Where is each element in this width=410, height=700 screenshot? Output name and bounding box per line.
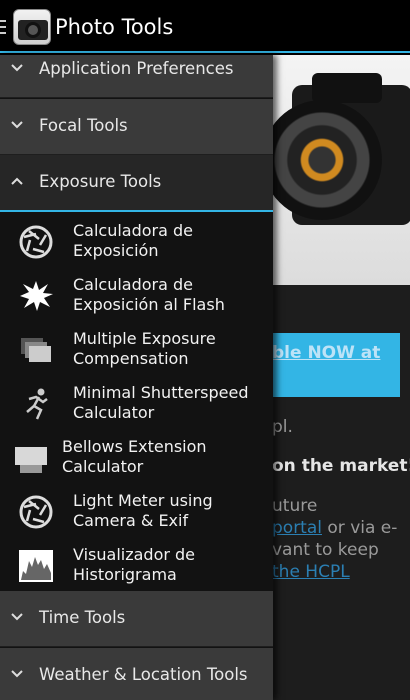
- running-person-icon: [17, 387, 55, 421]
- menu-item-label-line: Multiple Exposure: [73, 329, 216, 348]
- group-selected-underline: [0, 210, 273, 212]
- bellows-icon: [14, 441, 52, 475]
- menu-item-label: Multiple Exposure Compensation: [73, 329, 216, 369]
- action-bar: Photo Tools: [0, 0, 410, 53]
- group-exposure-tools[interactable]: Exposure Tools: [0, 155, 273, 212]
- menu-item-label-line: Light Meter using: [73, 491, 213, 510]
- group-weather-location-tools[interactable]: Weather & Location Tools: [0, 648, 273, 700]
- menu-item-label: Visualizador de Historigrama: [73, 545, 195, 585]
- menu-item-label-line: Historigrama: [73, 565, 177, 584]
- stacked-frames-icon: [17, 333, 55, 367]
- aperture-icon: [17, 225, 55, 259]
- menu-item-label: Calculadora de Exposición al Flash: [73, 275, 225, 315]
- menu-item-label-line: Bellows Extension: [62, 437, 207, 456]
- body-text-line: portal or via e-: [272, 518, 397, 538]
- body-text-line: uture: [272, 496, 318, 516]
- group-time-tools[interactable]: Time Tools: [0, 591, 273, 647]
- app-camera-icon[interactable]: [13, 9, 51, 45]
- menu-item-label-line: Exposición al Flash: [73, 295, 225, 314]
- menu-item-label-line: Calculadora de: [73, 275, 194, 294]
- menu-item-label-line: Minimal Shutterspeed: [73, 383, 249, 402]
- chevron-down-icon: [11, 62, 23, 74]
- menu-item-label-line: Calculadora de: [73, 221, 194, 240]
- group-label: Application Preferences: [39, 59, 234, 78]
- menu-item-calculadora-exposicion[interactable]: Calculadora de Exposición: [0, 215, 273, 269]
- group-focal-tools[interactable]: Focal Tools: [0, 99, 273, 155]
- menu-item-minimal-shutterspeed[interactable]: Minimal Shutterspeed Calculator: [0, 377, 273, 431]
- drawer-indicator-icon[interactable]: [0, 20, 6, 34]
- menu-item-label-line: Calculator: [73, 403, 155, 422]
- menu-item-label: Bellows Extension Calculator: [62, 437, 207, 477]
- body-text-line: vant to keep: [272, 540, 379, 560]
- menu-item-label-line: Camera & Exif: [73, 511, 189, 530]
- hcpl-link[interactable]: the HCPL: [272, 562, 350, 582]
- menu-item-label: Minimal Shutterspeed Calculator: [73, 383, 249, 423]
- group-label: Focal Tools: [39, 116, 128, 135]
- body-text-bold: on the market!: [272, 456, 410, 476]
- body-text-fragment: or via e-: [322, 518, 398, 538]
- aperture-icon: [17, 495, 55, 529]
- camera-photo: [272, 55, 410, 285]
- menu-item-label: Light Meter using Camera & Exif: [73, 491, 213, 531]
- group-label: Time Tools: [39, 608, 126, 627]
- promo-banner-text: ble NOW at: [272, 343, 381, 363]
- promo-banner[interactable]: ble NOW at: [272, 333, 400, 397]
- flash-burst-icon: [17, 279, 55, 313]
- menu-item-multiple-exposure[interactable]: Multiple Exposure Compensation: [0, 323, 273, 377]
- menu-item-label-line: Visualizador de: [73, 545, 196, 564]
- menu-item-label: Calculadora de Exposición: [73, 221, 193, 261]
- chevron-up-icon: [11, 175, 23, 187]
- menu-item-histograma[interactable]: Visualizador de Historigrama: [0, 539, 273, 593]
- group-label: Weather & Location Tools: [39, 665, 248, 684]
- menu-item-calculadora-flash[interactable]: Calculadora de Exposición al Flash: [0, 269, 273, 323]
- body-text-line: the HCPL: [272, 562, 350, 582]
- histogram-icon: [17, 549, 55, 583]
- menu-item-label-line: Compensation: [73, 349, 189, 368]
- app-title: Photo Tools: [55, 15, 174, 39]
- chevron-down-icon: [11, 611, 23, 623]
- navigation-drawer: Application Preferences Focal Tools Expo…: [0, 55, 273, 700]
- chevron-down-icon: [11, 668, 23, 680]
- portal-link[interactable]: portal: [272, 518, 322, 538]
- action-bar-divider: [0, 51, 410, 53]
- group-application-preferences[interactable]: Application Preferences: [0, 55, 273, 98]
- menu-item-label-line: Exposición: [73, 241, 159, 260]
- body-text-line: pl.: [272, 417, 293, 437]
- menu-item-label-line: Calculator: [62, 457, 144, 476]
- menu-item-light-meter[interactable]: Light Meter using Camera & Exif: [0, 485, 273, 539]
- menu-item-bellows-extension[interactable]: Bellows Extension Calculator: [0, 431, 273, 485]
- chevron-down-icon: [11, 119, 23, 131]
- group-label: Exposure Tools: [39, 172, 162, 191]
